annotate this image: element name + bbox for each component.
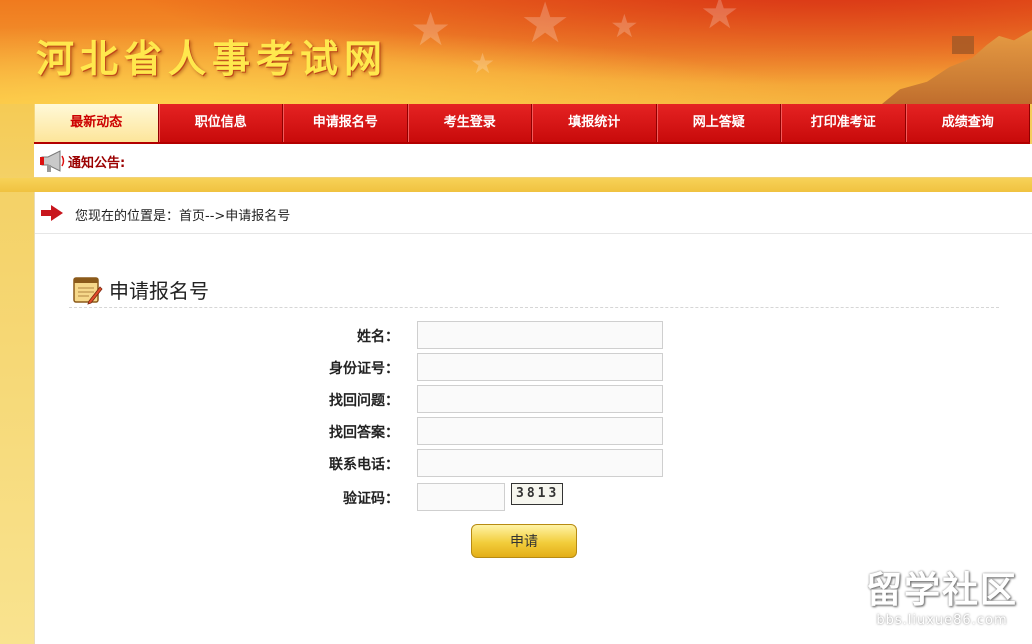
megaphone-icon xyxy=(40,150,65,172)
recovery-question-label: 找回问题： xyxy=(329,393,399,409)
form-row-captcha: 验证码： 3813 xyxy=(35,483,1032,511)
decorative-star-icon: ★ xyxy=(610,7,639,45)
captcha-label: 验证码： xyxy=(343,491,399,507)
captcha-image[interactable]: 3813 xyxy=(511,483,563,505)
id-number-input[interactable] xyxy=(417,353,663,381)
nav-item-online-qa[interactable]: 网上答疑 xyxy=(656,104,781,142)
header-banner: ★ ★ ★ ★ ★ 河北省人事考试网 xyxy=(0,0,1032,104)
recovery-answer-label: 找回答案： xyxy=(329,425,399,441)
site-title: 河北省人事考试网 xyxy=(36,36,389,81)
apply-button[interactable]: 申请 xyxy=(471,524,577,558)
nav-item-score-query[interactable]: 成绩查询 xyxy=(905,104,1030,142)
nav-item-print-admission-ticket[interactable]: 打印准考证 xyxy=(781,104,906,142)
watermark-url: bbs.liuxue86.com xyxy=(876,613,1008,628)
breadcrumb: 您现在的位置是：首页-->申请报名号 xyxy=(35,192,1032,234)
form-row-phone: 联系电话： xyxy=(35,449,1032,477)
notice-label: 通知公告: xyxy=(68,156,126,171)
form-row-name: 姓名： xyxy=(35,321,1032,349)
nav-item-candidate-login[interactable]: 考生登录 xyxy=(407,104,532,142)
name-label: 姓名： xyxy=(357,329,399,345)
phone-input[interactable] xyxy=(417,449,663,477)
watermark-logo: 留学社区 xyxy=(865,570,1018,611)
name-input[interactable] xyxy=(417,321,663,349)
divider-stripe xyxy=(0,178,1032,192)
phone-label: 联系电话： xyxy=(329,457,399,473)
nav-item-application-statistics[interactable]: 填报统计 xyxy=(532,104,657,142)
main-nav: 最新动态 职位信息 申请报名号 考生登录 填报统计 网上答疑 打印准考证 成绩查… xyxy=(34,104,1030,144)
id-number-label: 身份证号： xyxy=(329,361,399,377)
nav-item-latest-news[interactable]: 最新动态 xyxy=(34,104,159,142)
watermark: 留学社区 bbs.liuxue86.com xyxy=(866,561,1018,628)
notepad-icon xyxy=(73,277,103,305)
section-title-text: 申请报名号 xyxy=(109,278,209,303)
recovery-answer-input[interactable] xyxy=(417,417,663,445)
form-row-recovery-question: 找回问题： xyxy=(35,385,1032,413)
decorative-star-icon: ★ xyxy=(520,0,571,56)
great-wall-tower-image xyxy=(952,36,974,54)
form-row-id-number: 身份证号： xyxy=(35,353,1032,381)
arrow-right-icon xyxy=(41,205,63,221)
recovery-question-input[interactable] xyxy=(417,385,663,413)
captcha-input[interactable] xyxy=(417,483,505,511)
nav-item-job-info[interactable]: 职位信息 xyxy=(158,104,283,142)
section-title: 申请报名号 xyxy=(71,272,209,306)
form-row-recovery-answer: 找回答案： xyxy=(35,417,1032,445)
nav-item-apply-registration-number[interactable]: 申请报名号 xyxy=(283,104,408,142)
title-divider xyxy=(69,307,999,308)
breadcrumb-text: 您现在的位置是：首页-->申请报名号 xyxy=(75,209,291,224)
notice-bar: 通知公告: xyxy=(34,144,1032,178)
decorative-star-icon: ★ xyxy=(700,0,740,39)
decorative-star-icon: ★ xyxy=(410,2,452,56)
decorative-star-icon: ★ xyxy=(470,47,496,80)
